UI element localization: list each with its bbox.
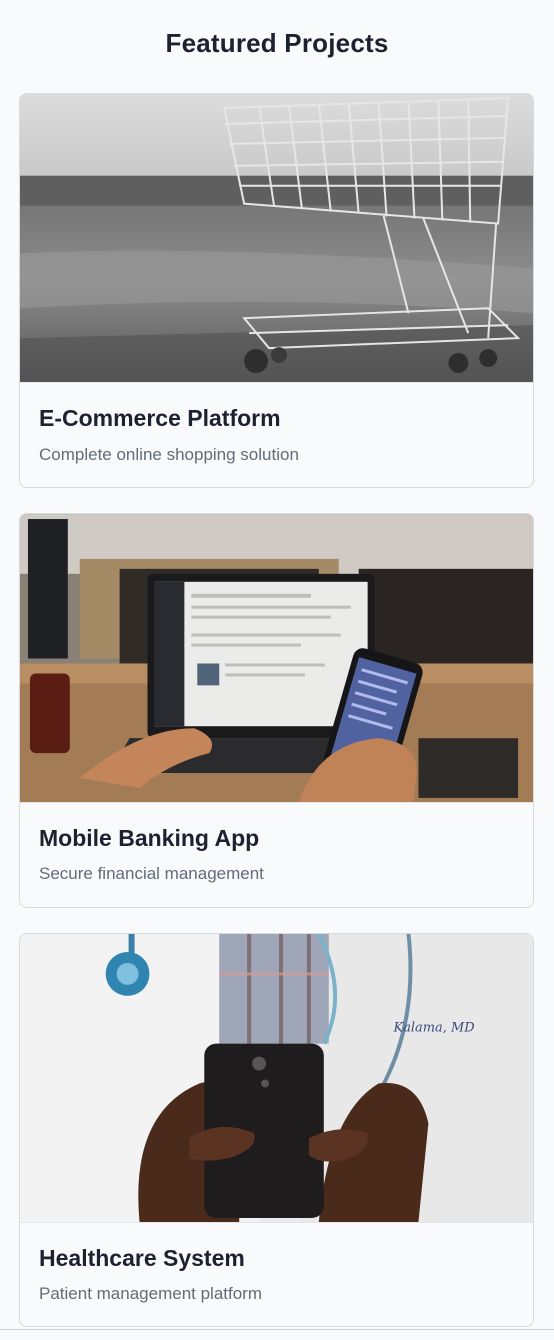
shopping-cart-image (20, 94, 533, 383)
project-description: Complete online shopping solution (39, 445, 299, 464)
project-title: Healthcare System (39, 1245, 245, 1271)
project-card-mobile-banking[interactable]: Mobile Banking App Secure financial mana… (19, 513, 534, 908)
project-title: Mobile Banking App (39, 825, 260, 851)
project-card-ecommerce[interactable]: E-Commerce Platform Complete online shop… (19, 93, 534, 488)
svg-text:Kalama, MD: Kalama, MD (393, 1021, 476, 1036)
project-description: Patient management platform (39, 1284, 263, 1303)
doctor-phone-image: Kalama, MD (20, 934, 533, 1223)
project-card-healthcare[interactable]: Kalama, MD Healthcare System Patient man… (19, 933, 534, 1327)
featured-projects-page: Featured Projects E-Commerce Platform Co… (0, 0, 554, 1340)
page-bottom-divider (0, 1329, 554, 1340)
project-title: E-Commerce Platform (39, 405, 281, 431)
project-description: Secure financial management (39, 864, 264, 883)
laptop-phone-image (20, 514, 533, 803)
section-title: Featured Projects (165, 28, 389, 58)
